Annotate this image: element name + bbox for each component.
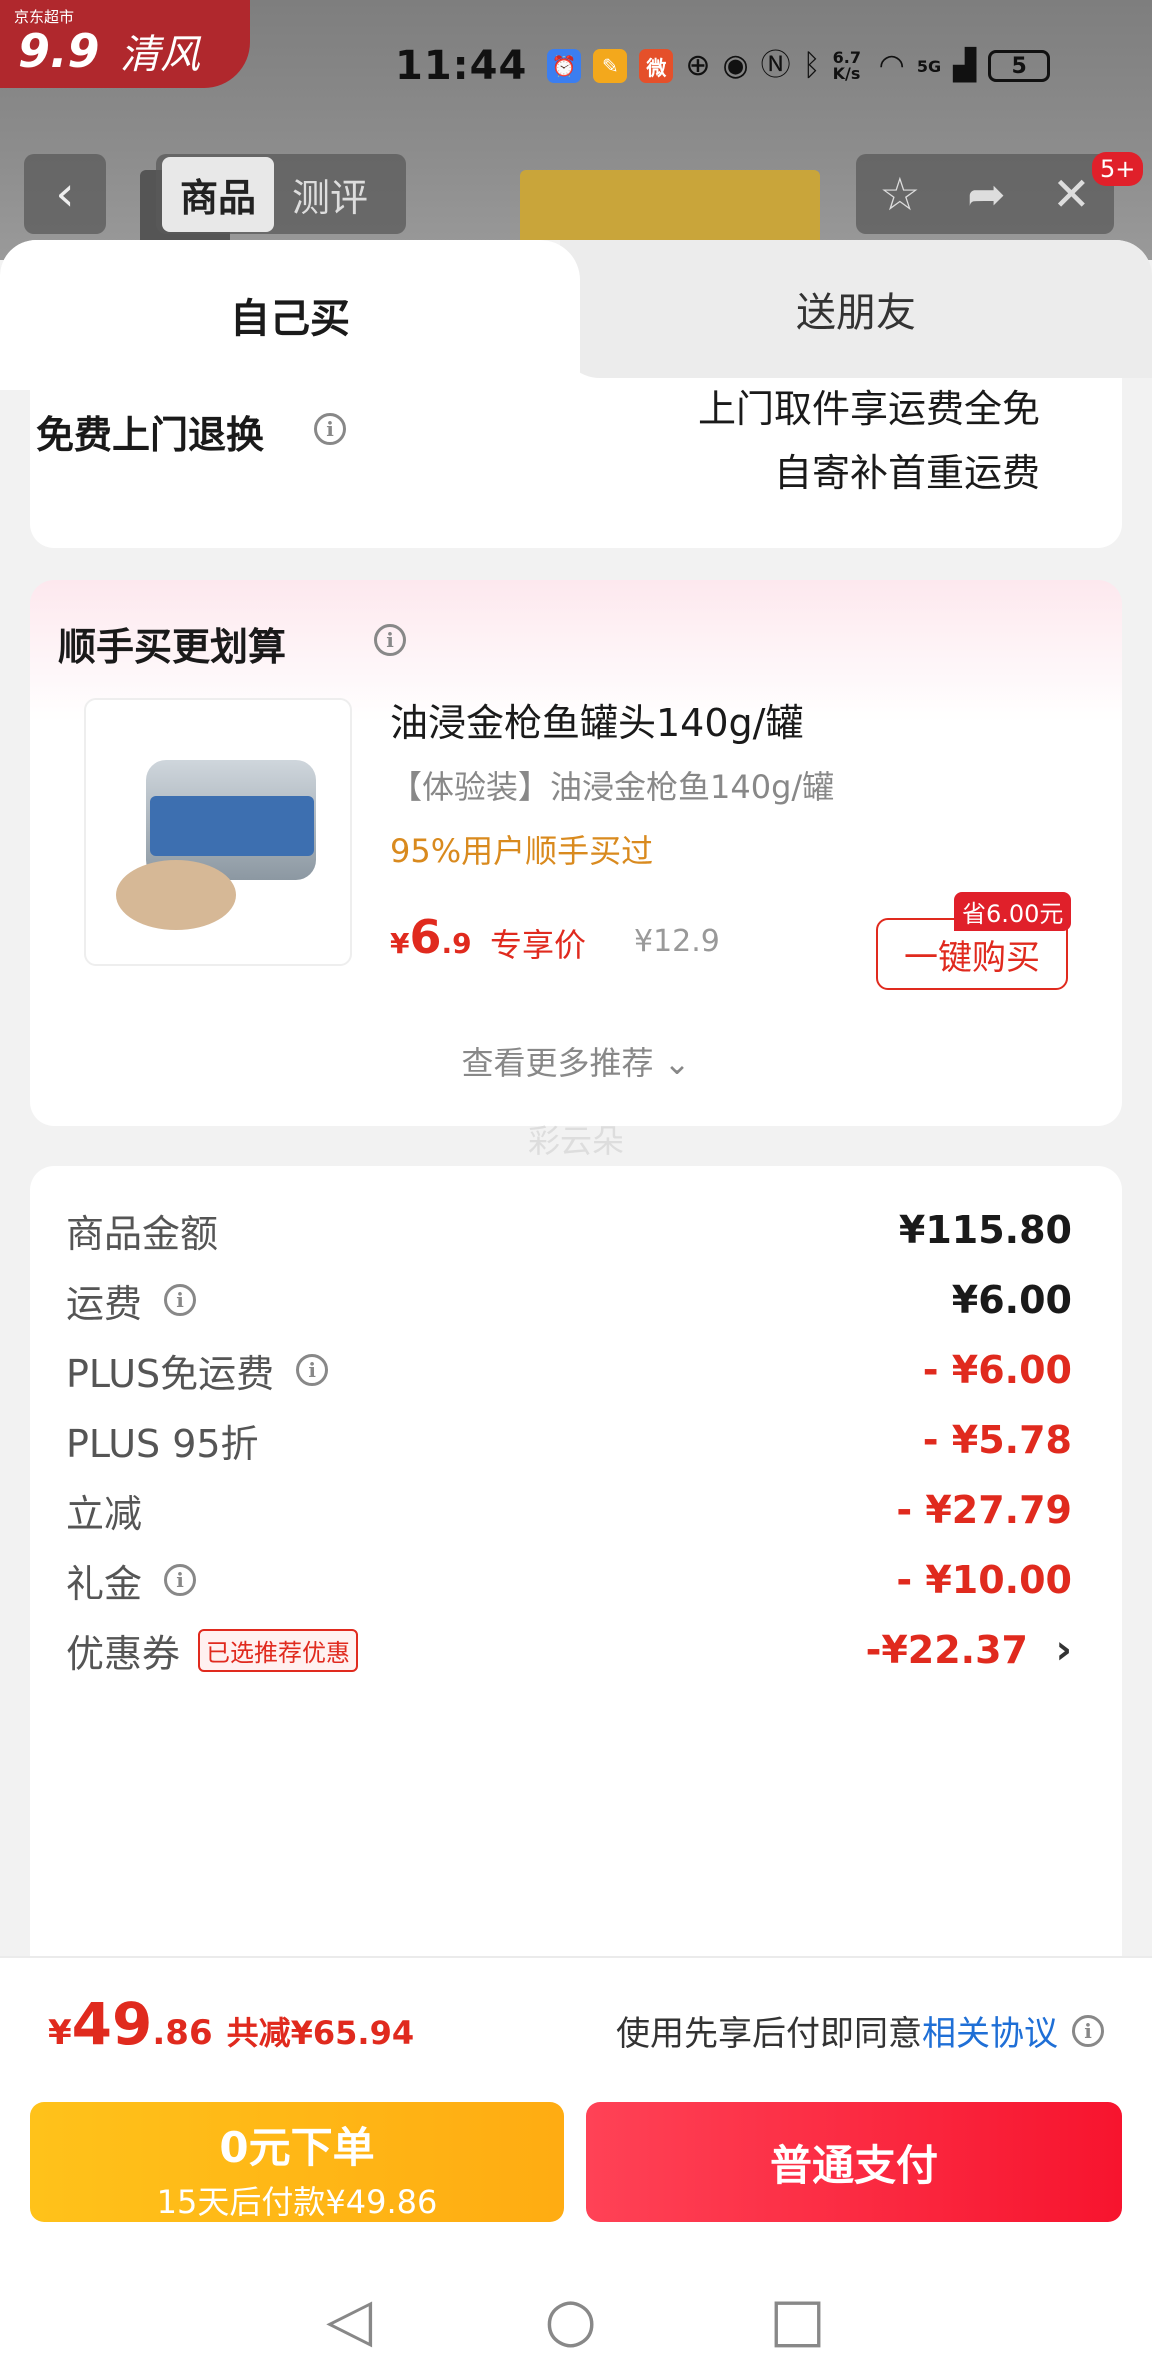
price-row-shipping: 运费 i ¥6.00 <box>66 1270 1108 1330</box>
status-time: 11:44 <box>395 43 528 89</box>
close-icon[interactable]: ✕ <box>1052 167 1091 221</box>
system-nav-bar: ◁ ○ □ <box>0 2280 1152 2360</box>
tab-product[interactable]: 商品 <box>162 156 275 232</box>
chevron-left-icon: ‹ <box>55 166 75 222</box>
price-row-plus-discount: PLUS 95折 - ¥5.78 <box>66 1410 1108 1470</box>
tuna-dish-image <box>116 860 236 930</box>
notes-app-icon: ✎ <box>593 49 628 83</box>
vpn-icon: ⊕ <box>685 48 711 83</box>
price-label: 专享价 <box>490 926 587 964</box>
price-breakdown-card: 商品金额 ¥115.80 运费 i ¥6.00 PLUS免运费 i - ¥6.0… <box>30 1166 1122 1986</box>
agreement-text: 使用先享后付即同意 相关协议 i <box>616 2006 1104 2055</box>
star-icon[interactable]: ☆ <box>879 167 920 221</box>
logo-brand-text: 清风 <box>120 32 200 78</box>
agreement-link[interactable]: 相关协议 <box>922 2006 1058 2055</box>
message-badge: 5+ <box>1092 152 1144 186</box>
return-line-1: 上门取件享运费全免 <box>697 387 1040 431</box>
total-symbol: ¥ <box>48 2013 72 2053</box>
price-row-value: - ¥6.00 <box>922 1348 1072 1392</box>
battery-icon: 5 <box>988 50 1051 82</box>
tab-send-friend[interactable]: 送朋友 <box>560 240 1152 378</box>
price-row-label: 礼金 <box>66 1561 143 1606</box>
total-integer: 49 <box>71 1990 153 2058</box>
price-row-label: 运费 <box>66 1281 143 1326</box>
tab-review[interactable]: 测评 <box>274 157 386 232</box>
pay-later-subtitle: 15天后付款¥49.86 <box>156 2183 438 2221</box>
nfc-icon: Ⓝ <box>760 48 791 83</box>
price-decimal: .9 <box>441 927 472 960</box>
recommend-title: 顺手买更划算 <box>58 625 287 669</box>
logo-number: 9.9 <box>18 24 100 78</box>
return-title: 免费上门退换 <box>36 413 265 457</box>
price-integer: 6 <box>409 910 442 964</box>
nav-back-icon[interactable]: ◁ <box>326 2285 372 2355</box>
info-icon[interactable]: i <box>314 413 346 445</box>
header-actions: ☆ ➦ ✕ <box>856 154 1114 234</box>
nav-home-icon[interactable]: ○ <box>545 2285 597 2355</box>
price-row-plus-shipping: PLUS免运费 i - ¥6.00 <box>66 1340 1108 1400</box>
product-subtitle: 【体验装】油浸金枪鱼140g/罐 <box>390 768 835 806</box>
header-tabs: 商品 测评 <box>156 154 406 234</box>
network-type: 5G <box>916 56 942 76</box>
status-bar: 11:44 ⏰ ✎ 微 ⊕ ◉ Ⓝ ᛒ 6.7 K/s ◠ 5G ▟ 5 <box>395 43 1051 89</box>
price-row-goods: 商品金额 ¥115.80 <box>66 1200 1108 1260</box>
product-price: ¥6.9 <box>390 910 472 964</box>
price-row-value: ¥6.00 <box>951 1278 1072 1322</box>
price-row-value: ¥115.80 <box>898 1208 1072 1252</box>
info-icon[interactable]: i <box>296 1354 329 1386</box>
pay-later-button[interactable]: 0元下单 15天后付款¥49.86 <box>30 2102 564 2222</box>
price-row-label: 商品金额 <box>66 1211 219 1256</box>
watermark: 彩云朵 <box>527 1122 624 1160</box>
bought-rate: 95%用户顺手买过 <box>390 832 654 870</box>
store-logo: 京东超市 9.9 清风 <box>0 0 250 88</box>
price-row-value: - ¥5.78 <box>922 1418 1072 1462</box>
price-symbol: ¥ <box>390 927 410 960</box>
price-row-instant-off: 立减 - ¥27.79 <box>66 1480 1108 1540</box>
info-icon[interactable]: i <box>1072 2014 1104 2047</box>
share-icon[interactable]: ➦ <box>967 167 1006 221</box>
tab-buy-self[interactable]: 自己买 <box>0 240 580 390</box>
eye-icon: ◉ <box>722 48 749 83</box>
price-row-gift-cash: 礼金 i - ¥10.00 <box>66 1550 1108 1610</box>
save-tag: 省6.00元 <box>954 892 1072 931</box>
info-icon[interactable]: i <box>374 624 406 656</box>
return-line-2: 自寄补首重运费 <box>773 451 1040 495</box>
chevron-right-icon: › <box>1055 1627 1072 1673</box>
back-button[interactable]: ‹ <box>24 154 106 234</box>
normal-pay-button[interactable]: 普通支付 <box>586 2102 1122 2222</box>
info-icon[interactable]: i <box>164 1564 197 1596</box>
bluetooth-icon: ᛒ <box>802 48 821 83</box>
info-icon[interactable]: i <box>164 1284 197 1316</box>
total-savings: 共减¥65.94 <box>226 2014 415 2052</box>
price-row-label: 立减 <box>66 1491 143 1536</box>
pay-later-title: 0元下单 <box>219 2123 375 2172</box>
nav-recents-icon[interactable]: □ <box>769 2285 826 2355</box>
can-label-image <box>150 796 314 856</box>
coupon-label: 优惠券 <box>66 1631 181 1676</box>
signal-icon: ▟ <box>953 48 977 83</box>
price-row-coupon[interactable]: 优惠券 已选推荐优惠 -¥22.37 › <box>66 1620 1108 1680</box>
coupon-value: -¥22.37 <box>865 1628 1028 1672</box>
price-row-label: PLUS免运费 <box>66 1351 275 1396</box>
network-speed: 6.7 K/s <box>832 48 861 83</box>
more-recommend-link[interactable]: 查看更多推荐 ⌄ <box>0 1038 1152 1084</box>
product-name[interactable]: 油浸金枪鱼罐头140g/罐 <box>390 692 803 747</box>
wifi-icon: ◠ <box>878 48 905 83</box>
price-row-value: - ¥27.79 <box>896 1488 1072 1532</box>
total-decimal: .86 <box>152 2013 213 2053</box>
coupon-tag: 已选推荐优惠 <box>198 1628 359 1672</box>
agreement-label: 使用先享后付即同意 <box>616 2014 922 2054</box>
price-row-value: - ¥10.00 <box>896 1558 1072 1602</box>
weibo-app-icon: 微 <box>639 49 674 83</box>
original-price: ¥12.9 <box>634 924 720 959</box>
price-row-label: PLUS 95折 <box>66 1421 259 1466</box>
alarm-app-icon: ⏰ <box>547 49 582 83</box>
total-price: ¥49.86 共减¥65.94 <box>48 1990 414 2058</box>
